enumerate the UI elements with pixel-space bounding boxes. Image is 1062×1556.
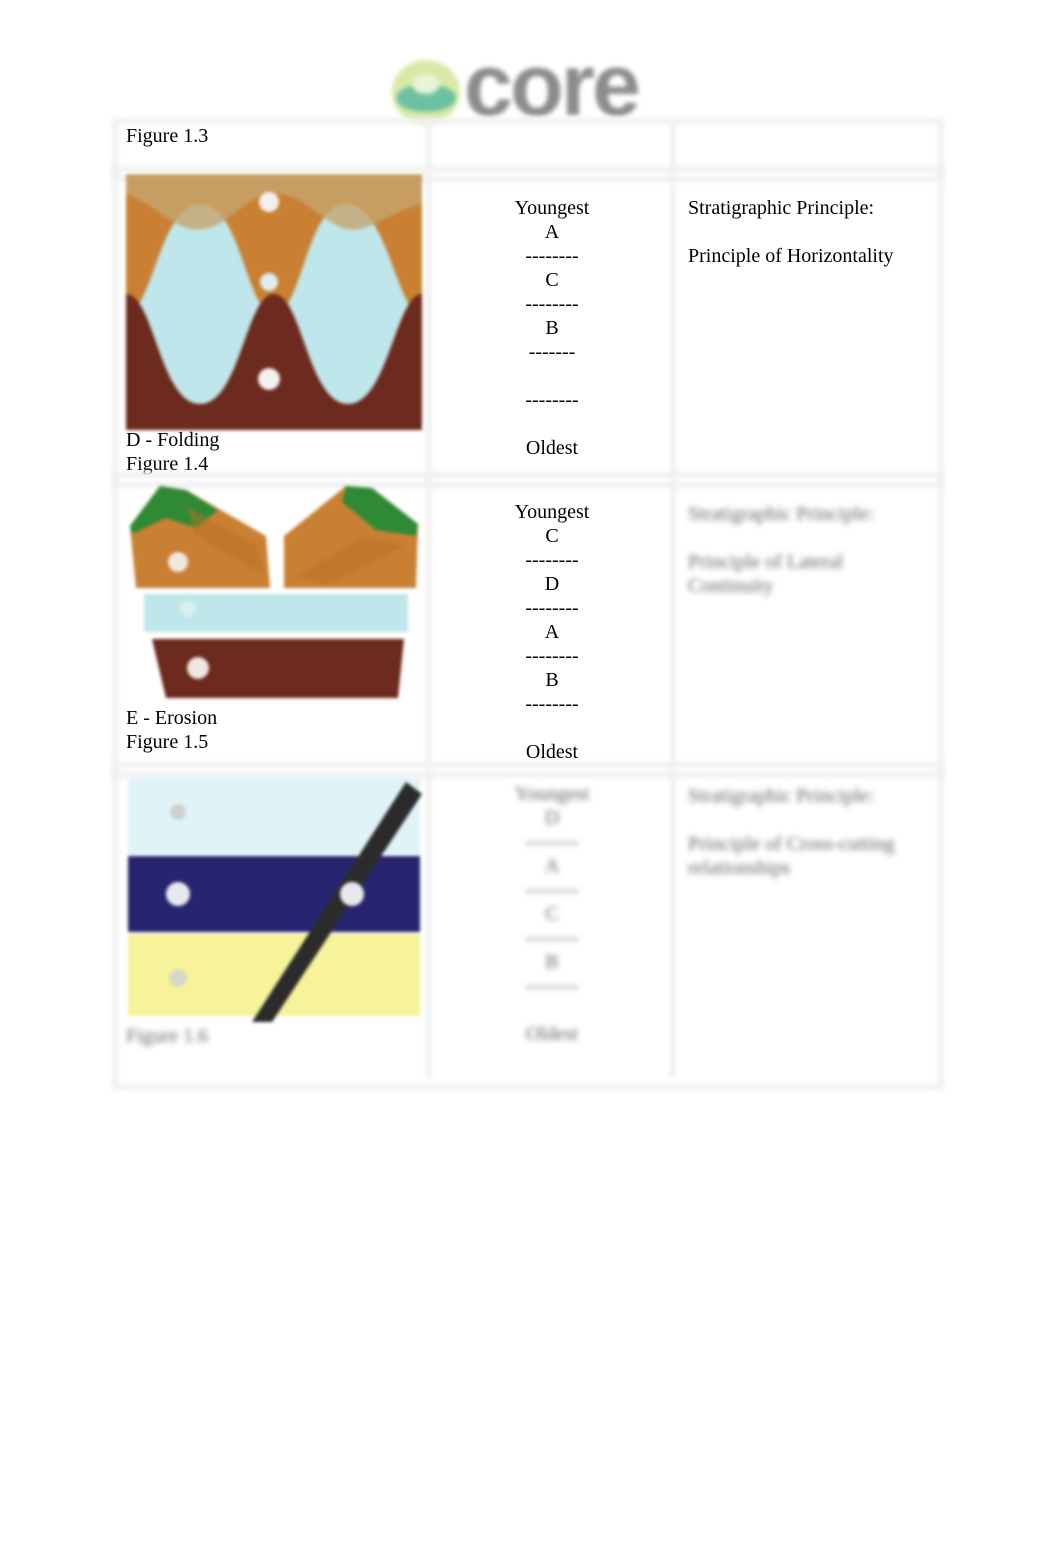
principle-cell: Stratigraphic Principle: Principle of Cr… (674, 766, 930, 1078)
sequence-layer: A (544, 221, 560, 243)
sequence-layer: C (545, 269, 559, 291)
table-row: Figure 1.6 Youngest D -------- A -------… (112, 762, 944, 1090)
sequence-layer: B (545, 317, 559, 339)
sequence-oldest: Oldest (525, 1023, 579, 1045)
sequence-divider: -------- (525, 549, 579, 571)
figure-cell: E - Erosion Figure 1.5 (114, 476, 430, 766)
sequence-layer: C (545, 525, 559, 547)
sequence-divider: -------- (525, 389, 579, 411)
sequence-layer: D (544, 573, 560, 595)
sequence-layer: C (545, 903, 559, 925)
erosion-diagram (130, 486, 418, 698)
figure-cell: Figure 1.6 (114, 766, 430, 1078)
sequence-blank (430, 716, 674, 740)
sequence-layer: D (544, 807, 560, 829)
figure-cell: D - Folding Figure 1.4 (114, 170, 430, 476)
sequence-divider: -------- (525, 245, 579, 267)
sequence-divider: ------- (528, 341, 576, 363)
figure-label: Figure 1.5 (126, 731, 209, 753)
figure-caption: D - Folding (126, 429, 220, 451)
principle-name: Principle of Horizontality (688, 245, 894, 267)
age-sequence: Youngest D -------- A -------- C -------… (430, 782, 674, 1046)
principle-name: Principle of Lateral Continuity (688, 551, 844, 597)
figure-label: Figure 1.4 (126, 453, 209, 475)
figure-label: Figure 1.3 (126, 125, 209, 147)
sequence-cell: Youngest A -------- C -------- B -------… (430, 170, 674, 476)
sequence-blank (430, 998, 674, 1022)
sequence-layer: A (544, 621, 560, 643)
sequence-divider: -------- (525, 927, 579, 949)
sequence-cell (430, 118, 674, 170)
table-row: D - Folding Figure 1.4 Youngest A ------… (112, 166, 944, 488)
sequence-layer: A (544, 855, 560, 877)
sequence-oldest: Oldest (525, 741, 579, 763)
sequence-divider: -------- (525, 975, 579, 997)
sequence-oldest: Oldest (525, 437, 579, 459)
principle-heading: Stratigraphic Principle: (688, 197, 875, 219)
sequence-cell: Youngest C -------- D -------- A -------… (430, 476, 674, 766)
sequence-layer-blank (430, 364, 674, 388)
sequence-blank (430, 412, 674, 436)
cross-cutting-diagram (128, 778, 422, 1022)
principle-cell (674, 118, 930, 170)
sequence-divider: -------- (525, 831, 579, 853)
table-header-row: Figure 1.3 (112, 118, 944, 182)
principle-heading: Stratigraphic Principle: (688, 785, 875, 807)
sequence-cell: Youngest D -------- A -------- C -------… (430, 766, 674, 1078)
sequence-youngest: Youngest (514, 197, 590, 219)
table-row: E - Erosion Figure 1.5 Youngest C ------… (112, 472, 944, 778)
sequence-divider: -------- (525, 645, 579, 667)
folding-diagram (126, 174, 422, 430)
sequence-layer: B (545, 951, 559, 973)
figure-caption: E - Erosion (126, 707, 218, 729)
age-sequence: Youngest A -------- C -------- B -------… (430, 196, 674, 460)
principle-cell: Stratigraphic Principle: Principle of Ho… (674, 170, 930, 476)
sequence-divider: -------- (525, 879, 579, 901)
sequence-layer: B (545, 669, 559, 691)
sequence-divider: -------- (525, 597, 579, 619)
sequence-youngest: Youngest (514, 501, 590, 523)
figure-caption: Figure 1.6 (126, 1025, 209, 1047)
age-sequence: Youngest C -------- D -------- A -------… (430, 500, 674, 764)
sequence-divider: -------- (525, 293, 579, 315)
figure-cell: Figure 1.3 (114, 118, 430, 170)
principle-name: Principle of Cross-cutting relationships (688, 833, 895, 879)
stratigraphy-table: Figure 1.3 D - Folding Figure 1.4 Younge… (112, 118, 944, 1090)
sequence-youngest: Youngest (514, 783, 590, 805)
principle-cell: Stratigraphic Principle: Principle of La… (674, 476, 930, 766)
principle-heading: Stratigraphic Principle: (688, 503, 875, 525)
sequence-divider: -------- (525, 693, 579, 715)
